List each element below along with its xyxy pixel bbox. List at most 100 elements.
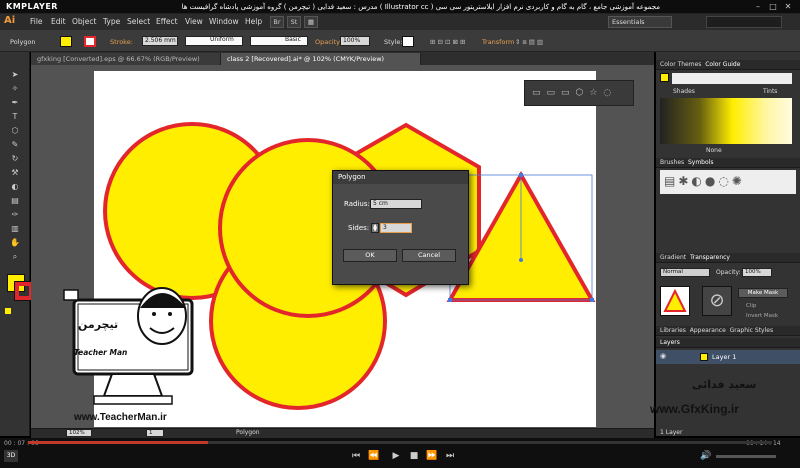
blend-mode-dropdown[interactable]: Normal — [660, 268, 710, 277]
type-tool-icon[interactable]: T — [10, 112, 20, 122]
search-input[interactable] — [706, 16, 782, 28]
opacity-field[interactable]: 100% — [340, 36, 370, 46]
base-color-swatch[interactable] — [660, 73, 669, 82]
layer-name[interactable]: Layer 1 — [712, 353, 736, 361]
minimize-icon[interactable]: – — [752, 2, 764, 12]
tab-libraries[interactable]: Libraries — [660, 327, 686, 334]
rotate-tool-icon[interactable]: ↻ — [10, 154, 20, 164]
anchor-point — [590, 298, 594, 302]
menu-type[interactable]: Type — [103, 17, 120, 26]
align-icons[interactable]: ⊞ ⊟ ⊡ ⊠ ⊞ — [430, 38, 466, 46]
maximize-icon[interactable]: □ — [767, 2, 779, 12]
direct-selection-tool-icon[interactable]: ✧ — [10, 84, 20, 94]
zoom-tool-icon[interactable]: ⌕ — [10, 252, 20, 262]
transform-icons[interactable]: ⇕ ⧈ ▤ ▥ — [515, 38, 543, 47]
menu-file[interactable]: File — [30, 17, 43, 26]
gradient-tool-icon[interactable]: ▤ — [10, 196, 20, 206]
close-icon[interactable]: ✕ — [782, 2, 794, 12]
tab-transparency[interactable]: Transparency — [690, 254, 730, 261]
workspace-switcher[interactable]: Essentials — [608, 16, 672, 28]
menu-object[interactable]: Object — [72, 17, 96, 26]
ok-button[interactable]: OK — [343, 249, 397, 262]
color-panel-header: Color Themes Color Guide — [656, 60, 800, 70]
style-swatch[interactable] — [402, 36, 414, 47]
menu-window[interactable]: Window — [209, 17, 239, 26]
tab-brushes[interactable]: Brushes — [660, 159, 684, 166]
selection-tool-icon[interactable]: ➤ — [10, 70, 20, 80]
tab-appearance[interactable]: Appearance — [690, 327, 726, 334]
tab-graphic-styles[interactable]: Graphic Styles — [730, 327, 773, 334]
previous-icon[interactable]: ⏮ — [350, 450, 362, 462]
transform-label[interactable]: Transform — [482, 38, 514, 46]
stroke-swatch[interactable] — [84, 36, 96, 47]
clip-checkbox[interactable]: Clip — [746, 303, 756, 309]
color-variations-grid[interactable] — [660, 98, 792, 144]
volume-icon[interactable]: 🔊 — [700, 450, 712, 462]
sides-input[interactable]: 3 — [380, 223, 412, 233]
next-icon[interactable]: ⏭ — [444, 450, 456, 462]
rewind-icon[interactable]: ⏪ — [368, 450, 380, 462]
menu-edit[interactable]: Edit — [51, 17, 66, 26]
mask-placeholder-icon[interactable]: ⊘ — [702, 286, 732, 316]
invert-mask-checkbox[interactable]: Invert Mask — [746, 313, 778, 319]
stock-button[interactable]: St — [287, 16, 301, 28]
shape-builder-icon[interactable]: ◐ — [10, 182, 20, 192]
hand-tool-icon[interactable]: ✋ — [10, 238, 20, 248]
stroke-weight-field[interactable]: 2.506 mm — [142, 36, 178, 46]
bridge-button[interactable]: Br — [270, 16, 284, 28]
3d-icon[interactable]: 3D — [4, 450, 18, 462]
eyedropper-tool-icon[interactable]: ✑ — [10, 210, 20, 220]
fill-swatch[interactable] — [60, 36, 72, 47]
forward-icon[interactable]: ⏩ — [426, 450, 438, 462]
teacherman-url: www.TeacherMan.ir — [74, 412, 167, 423]
brush-dropdown[interactable]: Basic — [250, 36, 308, 46]
pencil-tool-icon[interactable]: ✎ — [10, 140, 20, 150]
center-point — [519, 258, 523, 262]
style-label: Style: — [384, 38, 403, 46]
anchor-point — [448, 298, 452, 302]
profile-dropdown[interactable]: Uniform — [185, 36, 243, 46]
width-tool-icon[interactable]: ⚒ — [10, 168, 20, 178]
pen-tool-icon[interactable]: ✒ — [10, 98, 20, 108]
author-name: سعید فدائی — [692, 378, 757, 391]
page-field[interactable]: 1 — [146, 429, 164, 437]
menu-help[interactable]: Help — [245, 17, 262, 26]
app-logo: Ai — [4, 15, 16, 26]
stop-icon[interactable]: ■ — [408, 450, 420, 462]
radius-input[interactable]: 5 cm — [370, 199, 422, 209]
tab-color-guide[interactable]: Color Guide — [705, 61, 740, 68]
color-mode-icon[interactable] — [5, 308, 11, 314]
arrange-button[interactable]: ▦ — [304, 16, 318, 28]
symbol-items[interactable]: ▤✱◐●◌✺ — [664, 174, 745, 188]
harmony-bar[interactable] — [672, 73, 792, 84]
zoom-field[interactable]: 102% — [66, 429, 92, 437]
stroke-label[interactable]: Stroke: — [110, 38, 133, 46]
layers-panel-header[interactable]: Layers — [656, 338, 800, 348]
transparency-panel-header: Gradient Transparency — [656, 253, 800, 263]
tab-gfxking[interactable]: gfxking [Converted].eps @ 66.67% (RGB/Pr… — [31, 53, 221, 65]
cancel-button[interactable]: Cancel — [402, 249, 456, 262]
tab-color-themes[interactable]: Color Themes — [660, 61, 701, 68]
menu-effect[interactable]: Effect — [156, 17, 178, 26]
brush-label: Basic — [285, 36, 301, 43]
tab-symbols[interactable]: Symbols — [688, 159, 713, 166]
seek-bar-fill — [28, 441, 208, 444]
polygon-tool-icon[interactable]: ⬡ — [10, 126, 20, 136]
play-icon[interactable]: ▶ — [390, 450, 402, 462]
brand-name: تیچرمن — [78, 318, 119, 331]
menu-select[interactable]: Select — [127, 17, 150, 26]
opacity-field-panel[interactable]: 100% — [742, 268, 772, 277]
shape-icons[interactable]: ▭▭▭⬡☆◌ — [532, 88, 617, 98]
sides-stepper[interactable]: ▲ ▼ — [371, 223, 379, 233]
tab-gradient[interactable]: Gradient — [660, 254, 686, 261]
menu-view[interactable]: View — [185, 17, 203, 26]
eye-icon[interactable]: ◉ — [660, 352, 666, 360]
volume-slider[interactable] — [716, 455, 776, 458]
opacity-label[interactable]: Opacity: — [315, 38, 342, 46]
graph-tool-icon[interactable]: ▥ — [10, 224, 20, 234]
tab-class-2[interactable]: class 2 [Recovered].ai* @ 102% (CMYK/Pre… — [221, 53, 421, 65]
shades-label: Shades — [673, 88, 695, 95]
player-logo: KMPLAYER — [6, 2, 58, 11]
make-mask-button[interactable]: Make Mask — [738, 288, 788, 298]
brushes-panel-header: Brushes Symbols — [656, 158, 800, 168]
